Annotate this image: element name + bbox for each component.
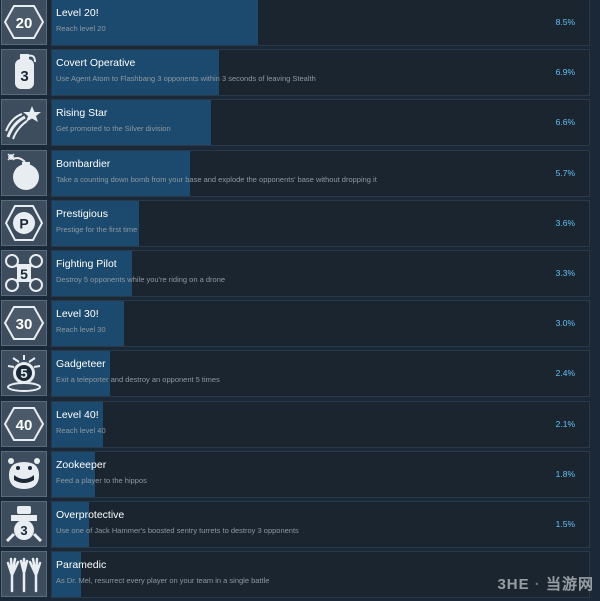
achievement-row[interactable]: P Prestigious Prestige for the first time 3… [0, 199, 600, 247]
achievement-unlock-percent: 1.8% [555, 468, 575, 479]
achievement-name: Rising Star [56, 107, 108, 120]
svg-text:3: 3 [20, 68, 28, 85]
svg-text:P: P [19, 215, 28, 231]
achievement-description: Reach level 30 [56, 325, 106, 335]
achievement-progress-bar: Rising Star Get promoted to the Silver di… [51, 99, 590, 147]
achievement-row[interactable]: 30 Level 30! Reach level 30 3.0% [0, 300, 600, 348]
achievement-unlock-percent: 1.5% [555, 518, 575, 529]
achievement-progress-bar: Covert Operative Use Agent Atom to Flashb… [51, 49, 590, 97]
achievement-description: Get promoted to the Silver division [56, 124, 171, 134]
svg-text:3: 3 [20, 523, 27, 538]
svg-text:5: 5 [20, 266, 28, 282]
watermark-site: 当游网 [545, 576, 594, 593]
achievement-row[interactable]: 3 Covert Operative Use Agent Atom to Flash… [0, 49, 600, 97]
achievement-row[interactable]: Zookeeper Feed a player to the hippos 1.8% [0, 450, 600, 498]
achievement-description: Use one of Jack Hammer's boosted sentry … [56, 525, 299, 535]
achievement-description: As Dr. Mel, resurrect every player on yo… [56, 576, 270, 586]
achievement-description: Exit a teleporter and destroy an opponen… [56, 375, 220, 385]
achievement-unlock-percent: 8.5% [555, 17, 575, 27]
achievement-description: Prestige for the first time [56, 224, 138, 234]
svg-text:20: 20 [16, 15, 33, 32]
achievement-unlock-percent: 3.3% [555, 267, 575, 278]
achievement-unlock-percent: 3.0% [555, 318, 575, 329]
achievement-description: Feed a player to the hippos [56, 475, 147, 485]
level-badge-icon: 20 [1, 0, 47, 45]
flashbang-grenade-icon: 3 [1, 49, 47, 96]
achievement-name: Prestigious [56, 207, 108, 220]
achievement-progress-bar: Overprotective Use one of Jack Hammer's b… [51, 500, 590, 548]
achievement-progress-bar: Gadgeteer Exit a teleporter and destroy a… [51, 350, 590, 398]
achievement-description: Destroy 5 opponents while you're riding … [56, 274, 226, 284]
level-badge-icon: 30 [1, 300, 47, 347]
achievement-unlock-percent: 2.4% [555, 368, 575, 379]
achievement-row[interactable]: Rising Star Get promoted to the Silver di… [0, 99, 600, 147]
achievement-unlock-percent: 6.6% [555, 117, 575, 128]
achievement-unlock-percent: 3.6% [555, 217, 575, 228]
raised-hands-icon [1, 551, 47, 598]
achievement-progress-bar: Zookeeper Feed a player to the hippos 1.8% [51, 450, 590, 498]
achievement-list: 20 Level 20! Reach level 20 8.5% 3 Covert Ope… [0, 0, 600, 601]
achievement-name: Bombardier [56, 157, 111, 170]
prestige-p-icon: P [1, 199, 47, 246]
hippo-icon [1, 450, 47, 497]
achievement-progress-bar: Bombardier Take a counting down bomb from… [51, 149, 590, 197]
bomb-icon [1, 149, 47, 196]
achievement-progress-bar: Prestigious Prestige for the first time 3.… [51, 199, 590, 247]
achievement-row[interactable]: 5 Fighting Pilot Destroy 5 opponents while… [0, 249, 600, 297]
achievement-row[interactable]: 20 Level 20! Reach level 20 8.5% [0, 0, 600, 46]
achievement-description: Reach level 40 [56, 425, 106, 435]
achievement-name: Fighting Pilot [56, 257, 117, 270]
achievement-name: Overprotective [56, 508, 125, 521]
achievement-description: Use Agent Atom to Flashbang 3 opponents … [56, 74, 316, 84]
achievement-description: Take a counting down bomb from your base… [56, 174, 377, 184]
site-watermark: 3HE · 当游网 [497, 576, 594, 593]
achievement-row[interactable]: 40 Level 40! Reach level 40 2.1% [0, 400, 600, 448]
achievement-name: Level 20! [56, 7, 99, 19]
achievement-name: Paramedic [56, 559, 107, 572]
svg-text:40: 40 [16, 417, 33, 434]
shooting-star-icon [1, 99, 47, 146]
svg-text:5: 5 [20, 366, 27, 381]
achievement-description: Reach level 20 [56, 24, 106, 33]
sentry-turret-icon: 3 [1, 500, 47, 547]
achievement-unlock-percent: 6.9% [555, 67, 575, 78]
achievement-name: Level 30! [56, 308, 99, 321]
achievement-row[interactable]: 3 Overprotective Use one of Jack Hammer's … [0, 500, 600, 548]
achievement-name: Zookeeper [56, 458, 107, 471]
svg-text:30: 30 [16, 316, 33, 333]
achievement-progress-bar: Level 40! Reach level 40 2.1% [51, 400, 590, 448]
watermark-brand: 3HE [497, 576, 530, 593]
achievement-row[interactable]: 5 Gadgeteer Exit a teleporter and destroy … [0, 350, 600, 398]
achievement-row[interactable]: Bombardier Take a counting down bomb from… [0, 149, 600, 197]
achievement-name: Level 40! [56, 408, 99, 421]
drone-icon: 5 [1, 249, 47, 296]
achievement-name: Covert Operative [56, 57, 136, 70]
level-badge-icon: 40 [1, 400, 47, 447]
achievement-progress-bar: Level 20! Reach level 20 8.5% [51, 0, 590, 46]
teleporter-icon: 5 [1, 350, 47, 397]
achievement-unlock-percent: 5.7% [555, 167, 575, 178]
achievement-name: Gadgeteer [56, 358, 106, 371]
achievement-unlock-percent: 2.1% [555, 418, 575, 429]
achievement-progress-bar: Level 30! Reach level 30 3.0% [51, 300, 590, 348]
achievement-progress-bar: Fighting Pilot Destroy 5 opponents while … [51, 249, 590, 297]
